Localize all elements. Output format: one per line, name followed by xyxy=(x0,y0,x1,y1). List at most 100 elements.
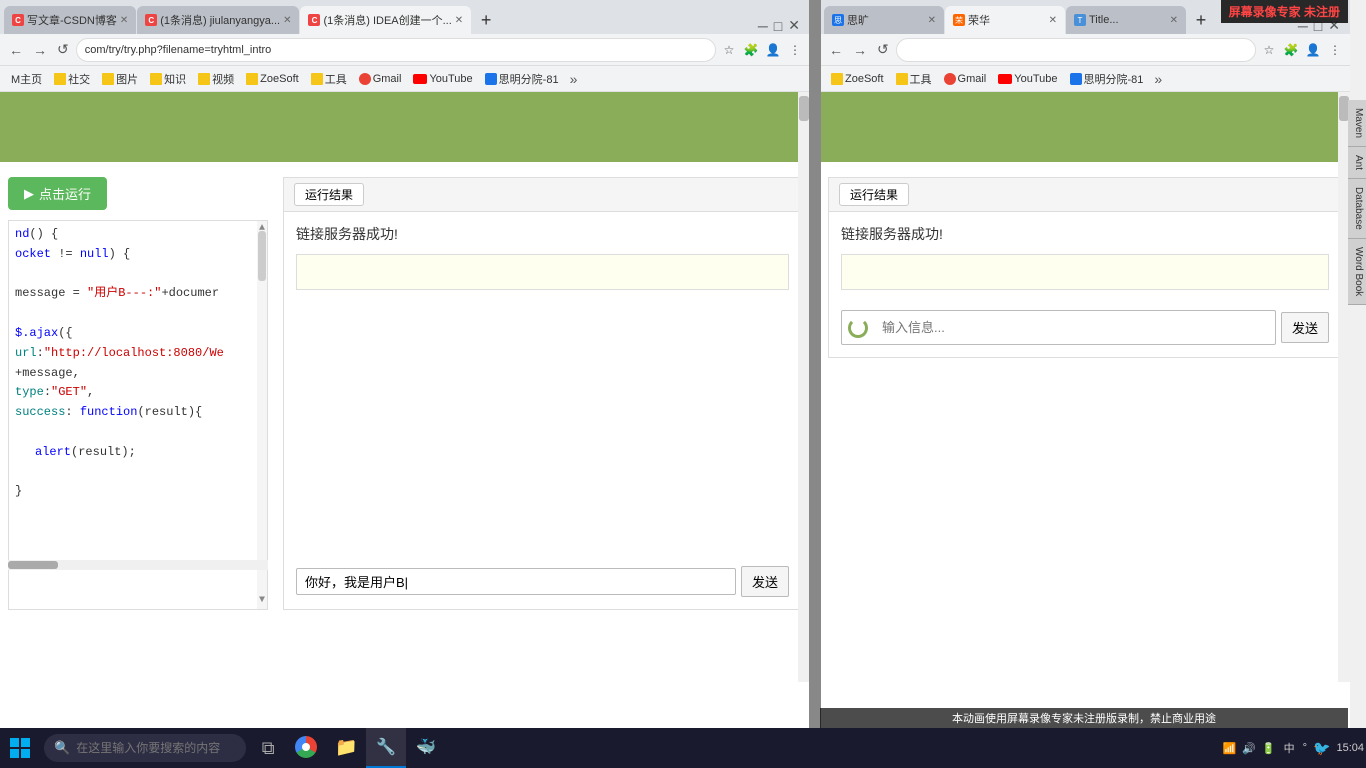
result-column-left: 运行结果 链接服务器成功! 发送 xyxy=(283,177,802,610)
tab-close-idea[interactable]: ✕ xyxy=(455,15,463,26)
message-input-right[interactable] xyxy=(874,315,1269,340)
extension-icon-right[interactable]: 🧩 xyxy=(1282,41,1300,59)
tab-close-siming[interactable]: ✕ xyxy=(928,15,936,26)
bm-youtube-right[interactable]: YouTube xyxy=(993,72,1062,86)
send-button-right[interactable]: 发送 xyxy=(1281,312,1329,343)
url-input-left[interactable]: com/try/try.php?filename=tryhtml_intro xyxy=(76,38,716,62)
taskbar-search-input[interactable] xyxy=(76,741,236,755)
bm-tools-left[interactable]: 工具 xyxy=(306,70,352,88)
extension-icon-left[interactable]: 🧩 xyxy=(742,41,760,59)
bm-gmail-right[interactable]: Gmail xyxy=(939,72,992,86)
spacer-left xyxy=(296,300,789,556)
tab-ronghua[interactable]: 荣 荣华 ✕ xyxy=(945,6,1065,34)
tray-battery[interactable]: 🔋 xyxy=(1260,742,1278,755)
scroll-down-arrow[interactable]: ▼ xyxy=(257,593,267,610)
bm-social-left[interactable]: 社交 xyxy=(49,70,95,88)
folder-icon-social xyxy=(54,73,66,85)
code-line-1: nd() { xyxy=(15,225,261,245)
taskbar-intellij[interactable]: 🔧 xyxy=(366,728,406,768)
menu-btn-left[interactable]: ⋮ xyxy=(786,41,804,59)
bm-images-left[interactable]: 图片 xyxy=(97,70,143,88)
code-vscroll[interactable]: ▲ ▼ xyxy=(257,221,267,609)
bm-youtube-left[interactable]: YouTube xyxy=(408,72,477,86)
maven-tab[interactable]: Maven xyxy=(1348,100,1366,147)
bm-video-left[interactable]: 视频 xyxy=(193,70,239,88)
tab-idea[interactable]: C (1条消息) IDEA创建一个... ✕ xyxy=(300,6,471,34)
ant-tab[interactable]: Ant xyxy=(1348,147,1366,179)
bm-tools-right[interactable]: 工具 xyxy=(891,70,937,88)
folder-icon-video xyxy=(198,73,210,85)
tab-favicon-idea: C xyxy=(308,14,320,26)
tab-close-title[interactable]: ✕ xyxy=(1170,15,1178,26)
bm-knowledge-left[interactable]: 知识 xyxy=(145,70,191,88)
forward-btn-left[interactable]: → xyxy=(30,42,50,58)
code-hscroll[interactable] xyxy=(8,560,268,570)
folder-icon-tools-left xyxy=(311,73,323,85)
bm-home-left[interactable]: M主页 xyxy=(6,70,47,88)
bookmark-star-left[interactable]: ☆ xyxy=(720,41,738,59)
new-tab-button-left[interactable]: + xyxy=(472,6,500,34)
database-tab[interactable]: Database xyxy=(1348,179,1366,239)
window-divider xyxy=(809,0,821,728)
tab-siming[interactable]: 思 思旷 ✕ xyxy=(824,6,944,34)
screen-recorder-banner: 屏幕录像专家 未注册 xyxy=(1221,0,1348,23)
tab-close-csdn[interactable]: ✕ xyxy=(120,15,128,26)
profile-icon-left[interactable]: 👤 xyxy=(764,41,782,59)
tab-label-title: Title... xyxy=(1089,14,1119,26)
profile-icon-right[interactable]: 👤 xyxy=(1304,41,1322,59)
refresh-btn-left[interactable]: ↺ xyxy=(54,41,72,58)
tray-lang[interactable]: 中 xyxy=(1280,740,1299,756)
menu-btn-right[interactable]: ⋮ xyxy=(1326,41,1344,59)
maximize-btn-left[interactable]: □ xyxy=(774,18,782,34)
taskbar-chrome[interactable] xyxy=(286,728,326,768)
windows-logo xyxy=(10,738,30,758)
taskbar-search[interactable]: 🔍 xyxy=(44,734,246,762)
bm-siming-right[interactable]: 思明分院-81 xyxy=(1065,70,1149,88)
tab-csdn[interactable]: C 写文章-CSDN博客 ✕ xyxy=(4,6,136,34)
url-input-right[interactable] xyxy=(896,38,1256,62)
start-button[interactable] xyxy=(0,728,40,768)
tab-jiulanya[interactable]: C (1条消息) jiulanyangya... ✕ xyxy=(137,6,299,34)
gmail-icon-left xyxy=(359,73,371,85)
scroll-up-arrow[interactable]: ▲ xyxy=(257,221,267,238)
tab-close-ronghua[interactable]: ✕ xyxy=(1049,15,1057,26)
run-button[interactable]: ▶ 点击运行 xyxy=(8,177,107,210)
tab-favicon-title: T xyxy=(1074,14,1086,26)
close-btn-left[interactable]: ✕ xyxy=(788,17,800,34)
gmail-icon-right xyxy=(944,73,956,85)
input-with-spinner[interactable] xyxy=(841,310,1276,345)
taskbar-docker[interactable]: 🐳 xyxy=(406,728,446,768)
bookmarks-more-right[interactable]: » xyxy=(1150,71,1166,87)
bm-zoesoft-left[interactable]: ZoeSoft xyxy=(241,72,304,86)
bookmark-star-right[interactable]: ☆ xyxy=(1260,41,1278,59)
refresh-btn-right[interactable]: ↺ xyxy=(874,41,892,58)
bm-zoesoft-right[interactable]: ZoeSoft xyxy=(826,72,889,86)
tab-title[interactable]: T Title... ✕ xyxy=(1066,6,1186,34)
send-button-left[interactable]: 发送 xyxy=(741,566,789,597)
tray-volume[interactable]: 🔊 xyxy=(1240,742,1258,755)
taskbar-explorer[interactable]: 📁 xyxy=(326,728,366,768)
code-line-2: ocket != null) { xyxy=(15,245,261,265)
new-tab-button-right[interactable]: + xyxy=(1187,6,1215,34)
bm-siming-left[interactable]: 思明分院-81 xyxy=(480,70,564,88)
message-input-left[interactable] xyxy=(296,568,736,595)
forward-btn-right[interactable]: → xyxy=(850,42,870,58)
tab-close-jiulanya[interactable]: ✕ xyxy=(283,15,291,26)
code-line-8: +message, xyxy=(15,364,261,384)
back-btn-left[interactable]: ← xyxy=(6,42,26,58)
wordbook-tab[interactable]: Word Book xyxy=(1348,239,1366,305)
code-line-13 xyxy=(15,463,261,483)
bookmarks-more-left[interactable]: » xyxy=(566,71,582,87)
tray-network[interactable]: 📶 xyxy=(1221,742,1239,755)
left-url-bar: ← → ↺ com/try/try.php?filename=tryhtml_i… xyxy=(0,34,810,66)
tray-misc: ° xyxy=(1301,742,1309,754)
result-tag-left: 运行结果 xyxy=(294,183,364,206)
bm-gmail-left[interactable]: Gmail xyxy=(354,72,407,86)
tray-bird[interactable]: 🐦 xyxy=(1311,740,1332,757)
minimize-btn-left[interactable]: ─ xyxy=(758,18,768,34)
back-btn-right[interactable]: ← xyxy=(826,42,846,58)
right-bookmarks-bar: ZoeSoft 工具 Gmail YouTube 思明分院-81 » xyxy=(820,66,1350,92)
code-editor[interactable]: nd() { ocket != null) { message = "用户B--… xyxy=(8,220,268,610)
task-view-button[interactable]: ⧉ xyxy=(250,730,286,766)
input-row-right: 发送 xyxy=(841,310,1329,345)
